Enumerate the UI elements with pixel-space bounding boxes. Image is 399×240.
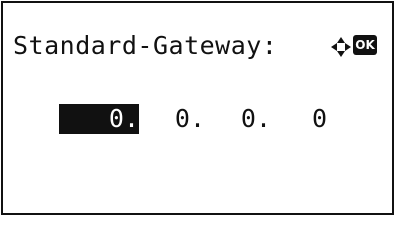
setting-title: Standard-Gateway: bbox=[13, 31, 278, 60]
lcd-screen: Standard-Gateway: OK 0. 0. 0. 0 bbox=[1, 1, 394, 215]
ip-octet-1-field[interactable]: 0. bbox=[59, 104, 139, 134]
ip-octet-4-field[interactable]: 0 bbox=[271, 104, 327, 134]
ip-octet-2-field[interactable]: 0. bbox=[139, 104, 205, 134]
ok-key-icon: OK bbox=[353, 35, 377, 55]
ip-octet-3-field[interactable]: 0. bbox=[205, 104, 271, 134]
four-way-arrow-icon bbox=[331, 37, 351, 57]
